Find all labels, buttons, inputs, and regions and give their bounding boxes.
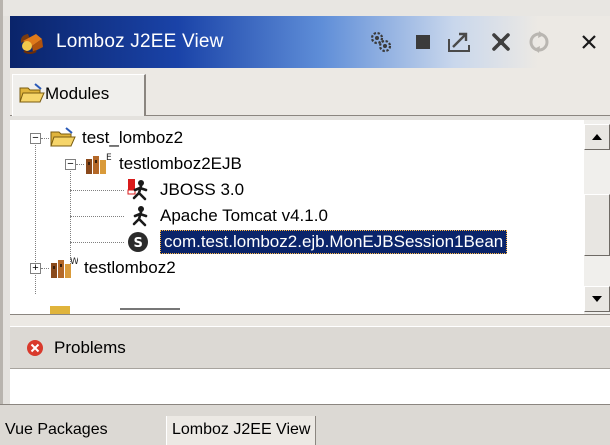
ejb-module-icon: E xyxy=(86,153,112,174)
tree-connector xyxy=(76,164,84,165)
problems-content xyxy=(10,368,610,404)
stop-button[interactable] xyxy=(408,27,438,57)
tab-lomboz-j2ee-view[interactable]: Lomboz J2EE View xyxy=(166,416,317,445)
expand-toggle[interactable]: + xyxy=(30,263,41,274)
tree-item-session-bean[interactable]: S com.test.lomboz2.ejb.MonEJBSession1Bea… xyxy=(126,229,508,255)
refresh-icon xyxy=(529,31,549,53)
gears-icon xyxy=(370,31,392,53)
close-icon xyxy=(582,35,596,49)
svg-text:S: S xyxy=(134,236,143,251)
error-icon xyxy=(27,340,43,356)
ide-window: Lomboz J2EE View Modules − test_lomboz2 … xyxy=(0,0,610,445)
close-view-button[interactable] xyxy=(574,27,604,57)
tree-connector xyxy=(70,242,124,243)
pane-sash[interactable] xyxy=(10,314,610,326)
svg-text:W: W xyxy=(70,257,78,267)
problems-title: Problems xyxy=(54,338,126,357)
tree-connector xyxy=(70,190,124,191)
view-title: Lomboz J2EE View xyxy=(56,31,224,52)
scroll-down-button[interactable] xyxy=(584,286,610,312)
window-frame-left xyxy=(0,0,3,445)
tab-modules[interactable]: Modules xyxy=(12,74,146,116)
tree-item-server-jboss[interactable]: JBOSS 3.0 xyxy=(126,177,244,203)
tree-item-server-tomcat[interactable]: Apache Tomcat v4.1.0 xyxy=(126,203,328,229)
collapse-toggle[interactable]: − xyxy=(30,133,41,144)
tree-item-label: test_lomboz2 xyxy=(82,128,184,147)
problems-view-header[interactable]: Problems xyxy=(10,326,610,368)
tree-connector xyxy=(70,216,124,217)
tools-button[interactable] xyxy=(486,27,516,57)
deploy-button[interactable] xyxy=(444,27,474,57)
tree-item-label: testlomboz2EJB xyxy=(119,154,242,173)
view-title-bar: Lomboz J2EE View xyxy=(10,16,610,68)
tomcat-server-icon xyxy=(132,206,148,227)
tab-label: Vue Packages xyxy=(5,421,108,438)
tab-modules-label: Modules xyxy=(45,84,110,103)
tools-icon xyxy=(492,33,510,51)
tree-item-label: testlomboz2 xyxy=(84,258,176,277)
stop-icon xyxy=(416,35,430,49)
collapse-toggle[interactable]: − xyxy=(65,159,76,170)
open-folder-icon xyxy=(19,83,45,103)
tree-vertical-scrollbar[interactable] xyxy=(584,120,610,314)
modules-tree[interactable]: − test_lomboz2 − E testlomboz2EJB JBOSS … xyxy=(10,120,584,314)
tree-item-label: JBOSS 3.0 xyxy=(160,180,245,199)
arrow-down-icon xyxy=(592,296,602,302)
gears-button[interactable] xyxy=(366,27,396,57)
tree-connector xyxy=(41,268,49,269)
tree-item-label-selected: com.test.lomboz2.ejb.MonEJBSession1Bean xyxy=(160,230,508,254)
svg-text:E: E xyxy=(106,153,112,163)
refresh-button[interactable] xyxy=(524,27,554,57)
partial-folder-icon xyxy=(50,306,70,314)
tree-item-label: Apache Tomcat v4.1.0 xyxy=(160,206,328,225)
project-folder-icon xyxy=(50,127,76,147)
tree-item-ejb-module[interactable]: E testlomboz2EJB xyxy=(85,151,242,177)
window-frame-top xyxy=(0,0,610,16)
scroll-thumb[interactable] xyxy=(584,194,610,256)
tree-item-project[interactable]: test_lomboz2 xyxy=(50,125,183,151)
jboss-server-icon xyxy=(127,179,148,201)
tree-item-web-module[interactable]: W testlomboz2 xyxy=(50,255,176,281)
tree-connector xyxy=(41,138,49,139)
arrow-up-icon xyxy=(592,134,602,140)
session-bean-icon: S xyxy=(128,232,148,252)
tab-label: Lomboz J2EE View xyxy=(172,421,311,438)
deploy-icon xyxy=(448,32,470,52)
web-module-icon: W xyxy=(51,257,78,278)
scroll-up-button[interactable] xyxy=(584,124,610,150)
lomboz-icon xyxy=(20,34,43,54)
tab-vue-packages[interactable]: Vue Packages xyxy=(0,416,113,445)
